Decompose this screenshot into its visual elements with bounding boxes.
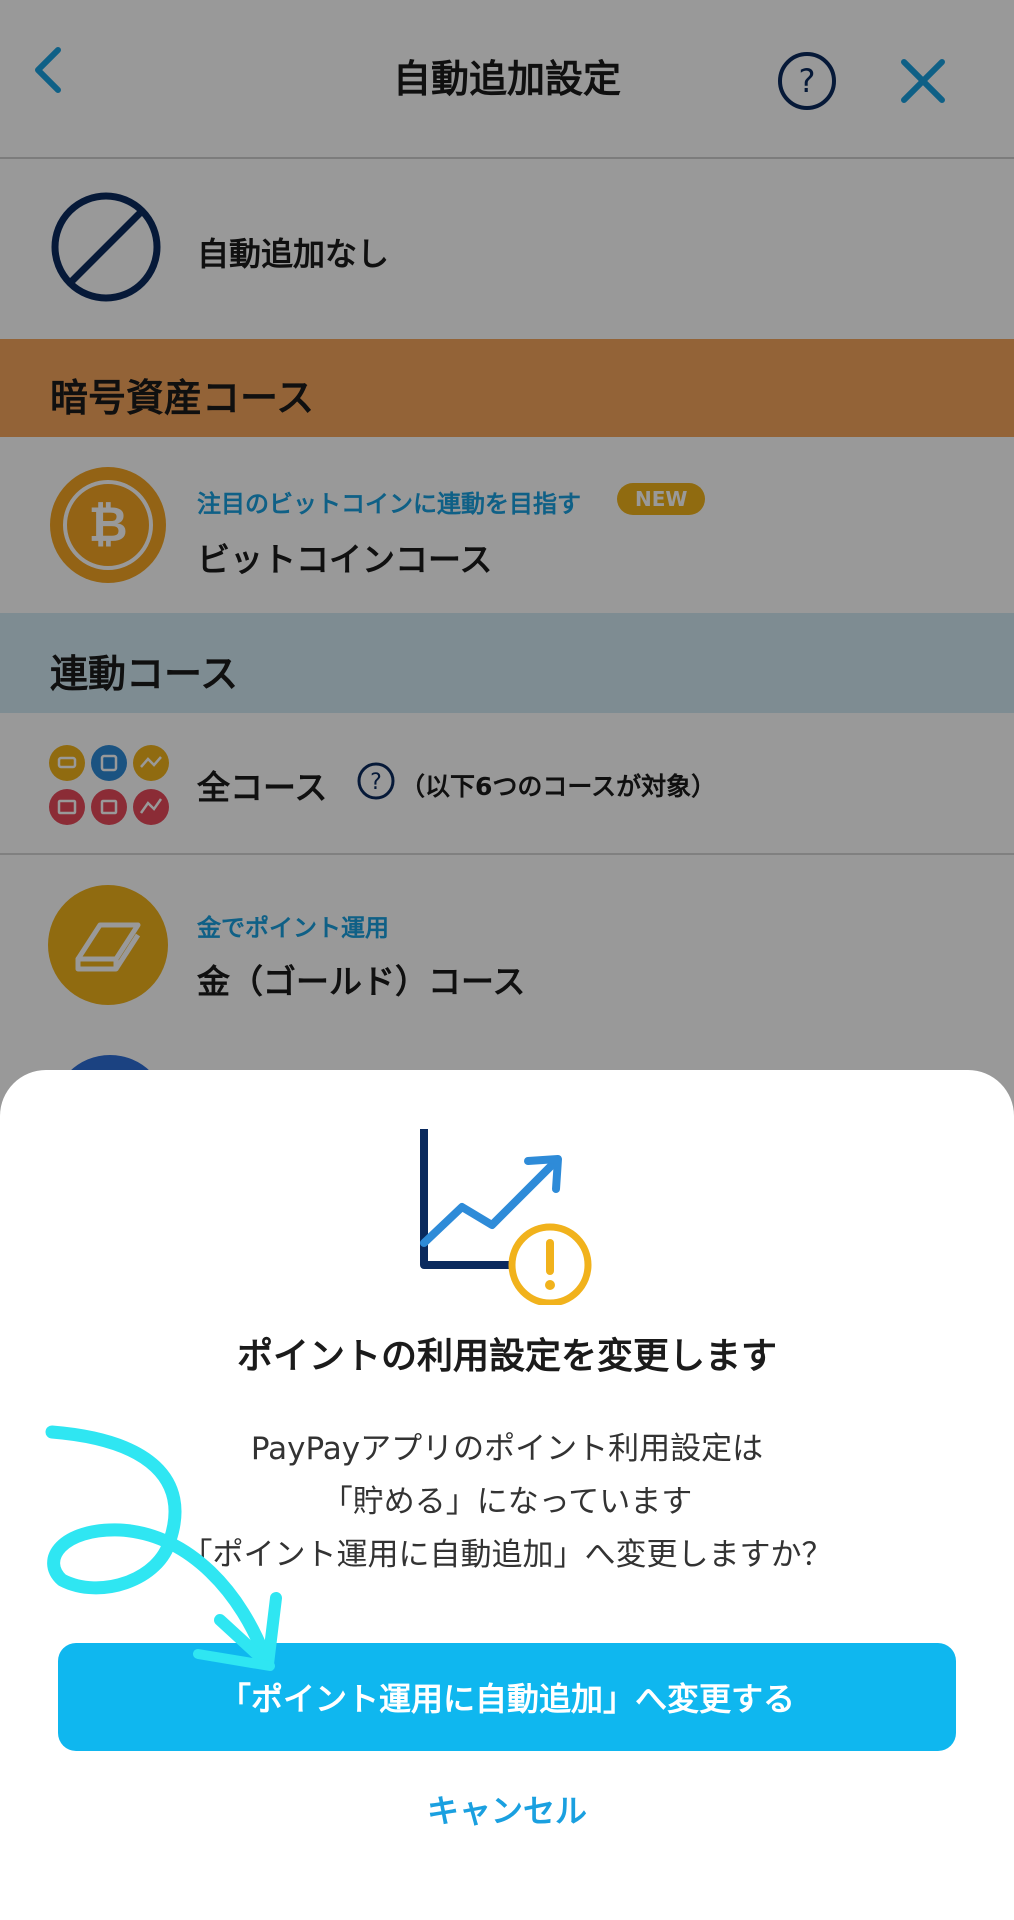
dialog-body-line-3: 「ポイント運用に自動追加」へ変更しますか？ [181,1537,833,1573]
dialog-body-line-2: 「貯める」になっています [321,1484,693,1520]
dialog-title: ポイントの利用設定を変更します [236,1336,777,1377]
confirm-button[interactable]: 「ポイント運用に自動追加」へ変更する [58,1643,956,1751]
confirm-sheet: ポイントの利用設定を変更します PayPayアプリのポイント利用設定は 「貯める… [0,1070,1014,1920]
screen: 自動追加設定 ? 自動追加なし 暗号資産コース ₿ 注目のビットコインに連動を目… [0,0,1014,1920]
dialog-body-line-1: PayPayアプリのポイント利用設定は [250,1431,764,1467]
chart-warning-icon [420,1129,592,1305]
cancel-button[interactable]: キャンセル [0,1786,1014,1832]
